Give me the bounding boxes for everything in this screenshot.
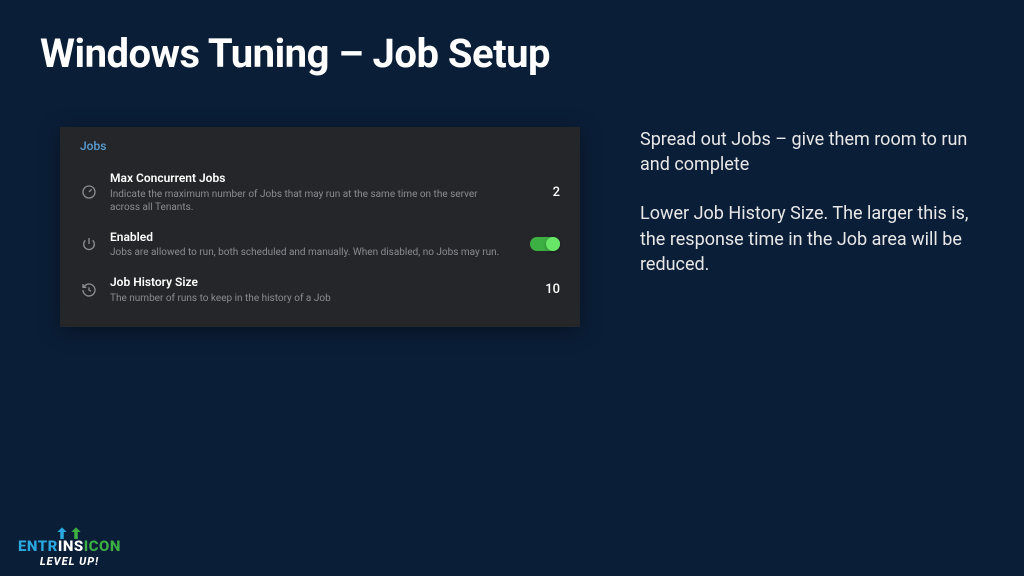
slide-title: Windows Tuning – Job Setup — [0, 0, 1024, 77]
bullet-item: Spread out Jobs – give them room to run … — [640, 127, 984, 177]
setting-row-history-size[interactable]: Job History Size The number of runs to k… — [76, 267, 564, 313]
entrinsicon-logo: ENTRINSICON LEVEL UP! — [18, 525, 121, 568]
enabled-toggle[interactable] — [530, 237, 560, 251]
panel-header: Jobs — [76, 139, 564, 153]
logo-text-part: ENTR — [18, 537, 58, 555]
jobs-settings-panel: Jobs Max Concurrent Jobs Indicate the ma… — [60, 127, 580, 327]
logo-text-part: ICON — [84, 537, 121, 555]
setting-label: Job History Size — [110, 275, 508, 291]
slide-bullets: Spread out Jobs – give them room to run … — [640, 127, 984, 327]
logo-text: ENTRINSICON — [18, 537, 121, 555]
setting-text: Max Concurrent Jobs Indicate the maximum… — [110, 171, 508, 214]
gauge-icon — [80, 183, 98, 201]
setting-row-max-concurrent[interactable]: Max Concurrent Jobs Indicate the maximum… — [76, 163, 564, 222]
history-icon — [80, 281, 98, 299]
setting-value[interactable]: 2 — [520, 185, 560, 200]
setting-desc: Indicate the maximum number of Jobs that… — [110, 188, 508, 214]
toggle-knob — [546, 237, 560, 251]
logo-text-part: INS — [58, 537, 84, 555]
setting-desc: The number of runs to keep in the histor… — [110, 292, 508, 305]
setting-row-enabled[interactable]: Enabled Jobs are allowed to run, both sc… — [76, 222, 564, 268]
setting-label: Enabled — [110, 230, 518, 246]
setting-label: Max Concurrent Jobs — [110, 171, 508, 187]
slide-content: Jobs Max Concurrent Jobs Indicate the ma… — [0, 77, 1024, 327]
setting-text: Job History Size The number of runs to k… — [110, 275, 508, 305]
setting-value[interactable]: 10 — [520, 282, 560, 297]
power-icon — [80, 235, 98, 253]
bullet-item: Lower Job History Size. The larger this … — [640, 201, 984, 277]
setting-text: Enabled Jobs are allowed to run, both sc… — [110, 230, 518, 260]
logo-subtitle: LEVEL UP! — [18, 555, 121, 568]
setting-desc: Jobs are allowed to run, both scheduled … — [110, 246, 518, 259]
